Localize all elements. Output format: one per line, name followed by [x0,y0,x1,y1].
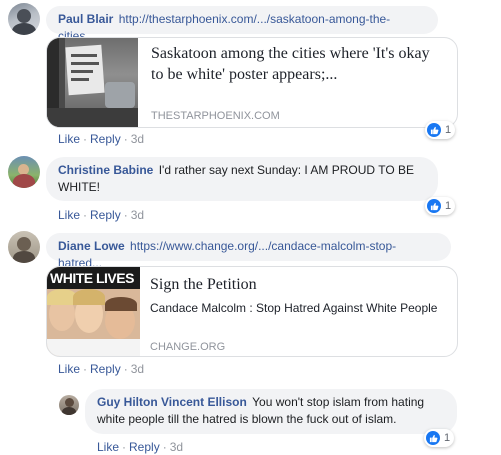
reaction-count[interactable]: 1 [425,121,456,139]
link-preview-domain: CHANGE.ORG [150,341,226,353]
timestamp[interactable]: 3d [170,440,183,454]
reaction-number: 1 [444,432,451,444]
comment-actions: Like · Reply · 3d [58,362,144,376]
link-preview-image: WHITE LIVES [47,267,140,356]
comment-actions: Like · Reply · 3d [58,132,144,146]
link-preview-card[interactable]: Saskatoon among the cities where 'It's o… [46,37,458,128]
reaction-count[interactable]: 1 [424,429,455,447]
separator: · [123,208,128,222]
avatar-christine-babine[interactable] [8,156,40,188]
separator: · [123,362,128,376]
comment-bubble: Christine Babine I'd rather say next Sun… [46,157,438,201]
comment-author[interactable]: Christine Babine [58,163,153,177]
link-preview-card[interactable]: WHITE LIVES Sign the Petition Candace Ma… [46,266,458,357]
reaction-number: 1 [445,124,452,136]
link-preview-title[interactable]: Saskatoon among the cities where 'It's o… [151,43,441,85]
reply-link[interactable]: Reply [90,132,121,146]
avatar-paul-blair[interactable] [8,3,40,35]
timestamp[interactable]: 3d [131,362,144,376]
separator: · [162,440,167,454]
reply-author[interactable]: Guy Hilton Vincent Ellison [97,395,247,409]
comment-bubble: Paul Blair http://thestarphoenix.com/...… [46,6,438,43]
like-reaction-icon [426,431,440,445]
link-preview-image-text: WHITE LIVES [50,270,134,286]
link-preview-image [47,38,138,127]
separator: · [83,362,88,376]
reply-link[interactable]: Reply [90,362,121,376]
reply-bubble: Guy Hilton Vincent Ellison You won't sto… [85,389,457,434]
like-link[interactable]: Like [58,132,80,146]
separator: · [122,440,127,454]
reaction-count[interactable]: 1 [425,197,456,215]
like-reaction-icon [427,123,441,137]
separator: · [123,132,128,146]
link-preview-title[interactable]: Sign the Petition [150,274,257,295]
comment-author[interactable]: Diane Lowe [58,239,125,253]
like-link[interactable]: Like [97,440,119,454]
like-link[interactable]: Like [58,362,80,376]
avatar-guy-hilton-vincent-ellison[interactable] [59,395,79,415]
timestamp[interactable]: 3d [131,132,144,146]
avatar-diane-lowe[interactable] [8,231,40,263]
reply-actions: Like · Reply · 3d [97,440,183,454]
comment-bubble: Diane Lowe https://www.change.org/.../ca… [46,233,451,270]
reply-link[interactable]: Reply [90,208,121,222]
link-preview-subtitle: Candace Malcolm : Stop Hatred Against Wh… [150,301,438,315]
comment-actions: Like · Reply · 3d [58,208,144,222]
reaction-number: 1 [445,200,452,212]
comment-author[interactable]: Paul Blair [58,12,113,26]
like-reaction-icon [427,199,441,213]
link-preview-domain: THESTARPHOENIX.COM [151,110,280,122]
separator: · [83,208,88,222]
separator: · [83,132,88,146]
like-link[interactable]: Like [58,208,80,222]
timestamp[interactable]: 3d [131,208,144,222]
reply-link[interactable]: Reply [129,440,160,454]
